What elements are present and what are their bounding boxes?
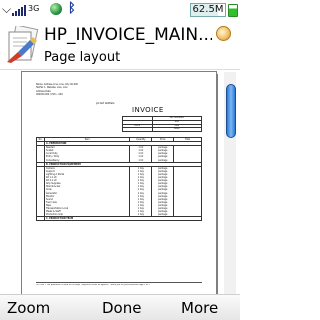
done-button[interactable]: Done xyxy=(102,298,141,318)
memory-indicator: 62.5M xyxy=(190,3,226,17)
status-bar: ⌵ 3G ᛒ 62.5M xyxy=(0,0,240,20)
invoice-items-table: No. Item Quantity Price Total A. PREPARATION N… xyxy=(36,136,203,222)
more-button[interactable]: More xyxy=(181,298,218,318)
options-indicator-icon[interactable] xyxy=(216,26,231,41)
chevron-icon: ⌵ xyxy=(2,2,12,16)
footer-left: Tel / Fax xyxy=(36,284,44,286)
signal-bars-icon xyxy=(12,4,26,16)
info-label xyxy=(122,127,153,133)
table-cell xyxy=(36,220,45,222)
info-row: 0000 xyxy=(122,127,203,133)
table-cell xyxy=(173,220,202,222)
document-viewer[interactable]: Name, Address Line, Line, City 00-000 Tel… xyxy=(0,70,240,294)
document-page[interactable]: Name, Address Line, Line, City 00-000 Tel… xyxy=(22,72,216,294)
table-cell xyxy=(43,220,131,222)
invoice-info-table: INV NUMBER 000 DATE Plus 0000 xyxy=(122,116,203,133)
job-reference: Job Ref: Ref/Date xyxy=(96,102,115,105)
globe-icon xyxy=(50,3,62,15)
footer-text: 1 The quotation is valid for 30 days | P… xyxy=(44,284,139,286)
table-cell xyxy=(151,220,175,222)
network-type-indicator: 3G xyxy=(28,4,40,13)
invoice-heading: INVOICE xyxy=(132,106,164,114)
bluetooth-icon: ᛒ xyxy=(68,1,76,16)
table-row xyxy=(36,220,202,222)
scrollbar-thumb[interactable] xyxy=(226,84,236,138)
company-line: 000000-000 / Extn - 000 xyxy=(36,93,63,97)
title-bar: HP_INVOICE_MAIN... Page layout xyxy=(0,20,240,70)
softkey-bar: Zoom Done More xyxy=(0,294,240,320)
document-footer: Tel / Fax 1 The quotation is valid for 3… xyxy=(36,284,202,287)
view-mode-label: Page layout xyxy=(44,50,121,65)
table-cell xyxy=(129,220,153,222)
document-title: HP_INVOICE_MAIN... xyxy=(44,25,212,45)
battery-icon xyxy=(228,4,238,17)
memory-value: 62.5M xyxy=(192,4,224,15)
document-viewer-app-icon xyxy=(7,26,39,63)
footer-divider xyxy=(36,282,202,283)
zoom-button[interactable]: Zoom xyxy=(7,298,50,318)
footer-right: Page 1 of 1 xyxy=(138,284,150,286)
info-value: 0000 xyxy=(151,127,203,133)
